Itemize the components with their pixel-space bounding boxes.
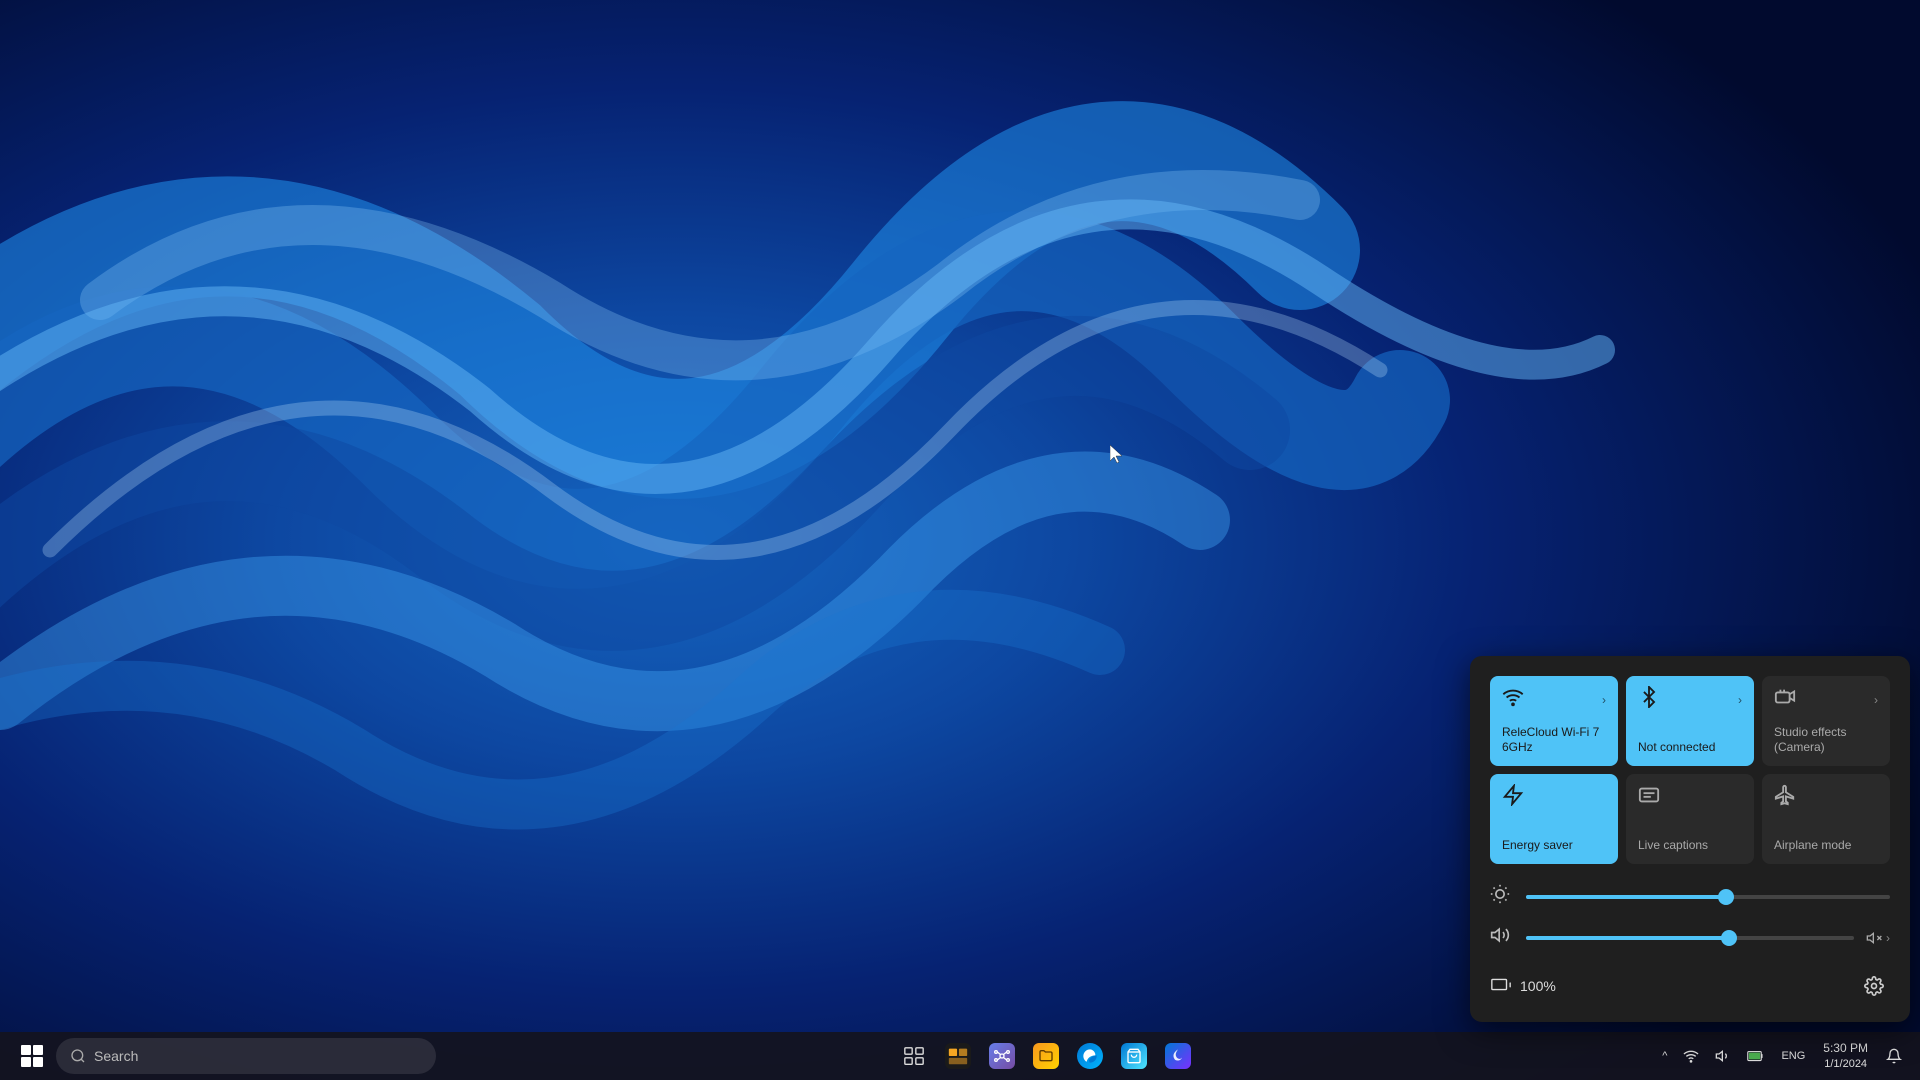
brightness-fill bbox=[1526, 895, 1726, 899]
live-captions-tile[interactable]: Live captions bbox=[1626, 774, 1754, 864]
volume-fill bbox=[1526, 936, 1729, 940]
system-tray: ^ ENG 5:30 bbox=[1656, 1038, 1908, 1074]
wifi-chevron[interactable]: › bbox=[1602, 693, 1606, 707]
wifi-tile[interactable]: › ReleCloud Wi-Fi 7 6GHz bbox=[1490, 676, 1618, 766]
captions-icon bbox=[1638, 784, 1660, 812]
bluetooth-chevron[interactable]: › bbox=[1738, 693, 1742, 707]
explorer-icon bbox=[945, 1043, 971, 1069]
volume-thumb[interactable] bbox=[1721, 930, 1737, 946]
wifi-tray-icon[interactable] bbox=[1677, 1044, 1705, 1068]
date-display: 1/1/2024 bbox=[1824, 1057, 1867, 1072]
captions-label: Live captions bbox=[1638, 838, 1742, 854]
energy-saver-tile[interactable]: Energy saver bbox=[1490, 774, 1618, 864]
quick-settings-sliders: › bbox=[1490, 884, 1890, 950]
time-display: 5:30 PM bbox=[1823, 1040, 1868, 1057]
brightness-thumb[interactable] bbox=[1718, 889, 1734, 905]
file-manager-icon bbox=[1033, 1043, 1059, 1069]
task-view-button[interactable] bbox=[894, 1036, 934, 1076]
energy-label: Energy saver bbox=[1502, 838, 1606, 854]
battery-charging-icon bbox=[1490, 973, 1512, 1000]
bluetooth-tile[interactable]: › Not connected bbox=[1626, 676, 1754, 766]
wifi-icon bbox=[1502, 686, 1524, 714]
edge-button[interactable] bbox=[1070, 1036, 1110, 1076]
wifi-label: ReleCloud Wi-Fi 7 6GHz bbox=[1502, 725, 1606, 756]
airplane-label: Airplane mode bbox=[1774, 838, 1878, 854]
studio-label: Studio effects (Camera) bbox=[1774, 725, 1878, 756]
battery-tray-icon[interactable] bbox=[1741, 1045, 1771, 1067]
volume-chevron[interactable]: › bbox=[1886, 931, 1890, 945]
windows-logo bbox=[21, 1045, 43, 1067]
task-view-icon bbox=[901, 1043, 927, 1069]
studio-chevron[interactable]: › bbox=[1874, 693, 1878, 707]
language-indicator[interactable]: ENG bbox=[1775, 1046, 1811, 1066]
quick-settings-tiles: › ReleCloud Wi-Fi 7 6GHz › Not connected bbox=[1490, 676, 1890, 864]
brightness-icon bbox=[1490, 884, 1514, 909]
battery-info: 100% bbox=[1490, 973, 1556, 1000]
search-label: Search bbox=[94, 1048, 138, 1064]
bing-button[interactable] bbox=[1158, 1036, 1198, 1076]
airplane-icon bbox=[1774, 784, 1796, 812]
hidden-icons-button[interactable]: ^ bbox=[1656, 1046, 1673, 1066]
taskbar-app-area bbox=[440, 1036, 1652, 1076]
bluetooth-icon bbox=[1638, 686, 1660, 714]
airplane-mode-tile[interactable]: Airplane mode bbox=[1762, 774, 1890, 864]
settings-gear-button[interactable] bbox=[1858, 970, 1890, 1002]
brightness-track[interactable] bbox=[1526, 895, 1890, 899]
multiconnect-icon bbox=[989, 1043, 1015, 1069]
battery-percent: 100% bbox=[1520, 978, 1556, 994]
clock-button[interactable]: 5:30 PM 1/1/2024 bbox=[1815, 1038, 1876, 1074]
multiconnect-button[interactable] bbox=[982, 1036, 1022, 1076]
search-bar[interactable]: Search bbox=[56, 1038, 436, 1074]
store-icon bbox=[1121, 1043, 1147, 1069]
file-manager-button[interactable] bbox=[1026, 1036, 1066, 1076]
chevron-up-icon: ^ bbox=[1662, 1050, 1667, 1062]
notification-button[interactable] bbox=[1880, 1044, 1908, 1068]
camera-effects-icon bbox=[1774, 686, 1796, 714]
volume-tray-icon[interactable] bbox=[1709, 1044, 1737, 1068]
volume-icon bbox=[1490, 925, 1514, 950]
energy-saver-icon bbox=[1502, 784, 1524, 812]
start-button[interactable] bbox=[12, 1036, 52, 1076]
brightness-row bbox=[1490, 884, 1890, 909]
search-icon bbox=[70, 1048, 86, 1064]
quick-settings-panel: ▼ › ReleCloud Wi-Fi 7 6GHz bbox=[1470, 656, 1910, 1022]
bing-icon bbox=[1165, 1043, 1191, 1069]
bluetooth-label: Not connected bbox=[1638, 740, 1742, 756]
language-label: ENG bbox=[1781, 1050, 1805, 1062]
volume-track[interactable] bbox=[1526, 936, 1854, 940]
volume-settings-button[interactable]: › bbox=[1866, 930, 1890, 946]
taskbar: Search bbox=[0, 1032, 1920, 1080]
store-button[interactable] bbox=[1114, 1036, 1154, 1076]
quick-settings-footer: 100% bbox=[1490, 970, 1890, 1002]
studio-effects-tile[interactable]: › Studio effects (Camera) bbox=[1762, 676, 1890, 766]
volume-row: › bbox=[1490, 925, 1890, 950]
edge-icon bbox=[1077, 1043, 1103, 1069]
explorer-button[interactable] bbox=[938, 1036, 978, 1076]
